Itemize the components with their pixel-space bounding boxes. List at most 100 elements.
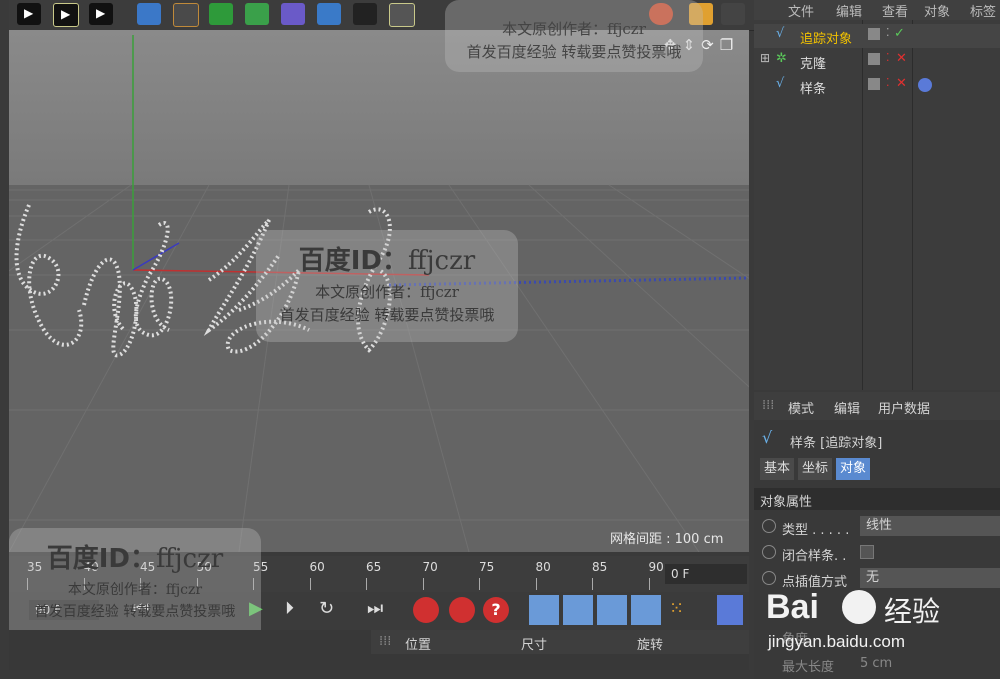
layer-icon[interactable] bbox=[868, 53, 880, 65]
cross-icon[interactable]: ✕ bbox=[896, 76, 907, 91]
radio-icon[interactable] bbox=[762, 519, 776, 533]
axis-button[interactable] bbox=[721, 3, 745, 25]
nurbs-button[interactable] bbox=[209, 3, 233, 25]
object-label: 克隆 bbox=[800, 57, 827, 72]
play-icon: ▶ bbox=[61, 7, 71, 21]
attribute-manager: ⁞⁞⁞ 模式 编辑 用户数据 √ 样条 [追踪对象] 基本 坐标 对象 对象属性… bbox=[754, 392, 1000, 679]
layer-icon[interactable] bbox=[868, 28, 880, 40]
object-manager: 文件 编辑 查看 对象 标签 √ 追踪对象 ⁚ ✓ ⊞ ✲ 克隆 ⁚ ✕ √ 样… bbox=[754, 0, 1000, 390]
menu-tag[interactable]: 标签 bbox=[970, 1, 996, 20]
coordinate-manager: ⁞⁞⁞ 位置 尺寸 旋转 bbox=[9, 630, 749, 670]
render-view-button[interactable]: ▶ bbox=[17, 3, 41, 25]
visibility-dots-icon[interactable]: ⁚ bbox=[886, 26, 890, 39]
menu-edit[interactable]: 编辑 bbox=[834, 398, 860, 417]
cloner-icon: ✲ bbox=[776, 51, 787, 66]
tab-coord[interactable]: 坐标 bbox=[798, 458, 833, 480]
cube-button[interactable] bbox=[137, 3, 161, 25]
spline-button[interactable] bbox=[173, 3, 199, 27]
scale-key-button[interactable] bbox=[563, 595, 593, 625]
rotate-view-icon[interactable]: ⟳ bbox=[701, 36, 714, 54]
next-frame-icon[interactable]: ⏵ bbox=[285, 598, 294, 619]
move-key-button[interactable] bbox=[529, 595, 559, 625]
radio-icon[interactable] bbox=[762, 571, 776, 585]
end-icon[interactable]: ⏭ bbox=[367, 598, 383, 619]
object-manager-menu: 文件 编辑 查看 对象 标签 bbox=[754, 0, 1000, 20]
menu-user-data[interactable]: 用户数据 bbox=[878, 398, 930, 417]
object-row-cloner[interactable]: ⊞ ✲ 克隆 ⁚ ✕ bbox=[754, 49, 1000, 73]
watermark-line2: 首发百度经验 转载要点赞投票哦 bbox=[279, 306, 495, 324]
visibility-dots-icon[interactable]: ⁚ bbox=[886, 76, 890, 89]
watermark-baidu-id: 百度ID： bbox=[46, 544, 157, 574]
timeline-tick-mark bbox=[309, 578, 311, 590]
watermark-author-id: ffjczr bbox=[156, 544, 224, 574]
watermark-bottom: 百度ID：ffjczr 本文原创作者：ffjczr 首发百度经验 转载要点赞投票… bbox=[9, 528, 261, 646]
field-closed: 闭合样条. . bbox=[754, 542, 1000, 566]
menu-file[interactable]: 文件 bbox=[788, 1, 814, 20]
interpolation-dropdown[interactable]: 无 bbox=[860, 568, 1000, 588]
timeline-tick-label: 60 bbox=[309, 560, 325, 574]
tag-icon[interactable] bbox=[918, 78, 932, 92]
help-icon[interactable]: ? bbox=[483, 597, 509, 623]
tab-basic[interactable]: 基本 bbox=[760, 458, 795, 480]
light-button[interactable] bbox=[389, 3, 415, 27]
coord-header: ⁞⁞⁞ 位置 尺寸 旋转 bbox=[371, 630, 749, 654]
check-icon[interactable]: ✓ bbox=[894, 26, 905, 41]
points-key-icon[interactable]: ⁙ bbox=[669, 598, 684, 619]
timeline-tick-label: 90 bbox=[648, 560, 664, 574]
end-frame-field[interactable]: 0 F bbox=[665, 564, 747, 584]
layer-icon[interactable] bbox=[868, 78, 880, 90]
visibility-dots-icon[interactable]: ⁚ bbox=[886, 51, 890, 64]
array-button[interactable] bbox=[245, 3, 269, 25]
menu-object[interactable]: 对象 bbox=[924, 1, 950, 20]
grip-icon: ⁞⁞⁞ bbox=[379, 634, 392, 649]
field-label: 闭合样条. . bbox=[782, 549, 847, 564]
menu-mode[interactable]: 模式 bbox=[788, 398, 814, 417]
object-row-spline[interactable]: √ 样条 ⁚ ✕ bbox=[754, 74, 1000, 98]
section-title: 对象属性 bbox=[760, 495, 813, 510]
timeline-window-button[interactable] bbox=[717, 595, 743, 625]
watermark-top-line2: 首发百度经验 转载要点赞投票哦 bbox=[466, 43, 682, 61]
menu-edit[interactable]: 编辑 bbox=[836, 1, 862, 20]
menu-view[interactable]: 查看 bbox=[882, 1, 908, 20]
render-picture-button[interactable]: ▶ bbox=[53, 3, 79, 27]
spline-icon: √ bbox=[776, 26, 785, 41]
watermark-top: 本文原创作者：ffjczr 首发百度经验 转载要点赞投票哦 bbox=[445, 0, 703, 72]
closed-checkbox[interactable] bbox=[860, 545, 874, 559]
object-label: 追踪对象 bbox=[800, 32, 853, 47]
timeline-tick-label: 85 bbox=[592, 560, 608, 574]
param-key-button[interactable] bbox=[631, 595, 661, 625]
tab-object[interactable]: 对象 bbox=[836, 458, 871, 480]
maximize-view-icon[interactable]: ❐ bbox=[720, 36, 733, 54]
section-header: 对象属性 bbox=[754, 488, 1000, 510]
record-key-button[interactable] bbox=[413, 597, 439, 623]
grid-spacing-label: 网格间距 : 100 cm bbox=[610, 532, 724, 547]
radio-icon[interactable] bbox=[762, 545, 776, 559]
auto-key-button[interactable] bbox=[449, 597, 475, 623]
scene-button[interactable] bbox=[317, 3, 341, 25]
spline-icon: √ bbox=[776, 76, 785, 91]
watermark-top-line1: 本文原创作者：ffjczr bbox=[502, 20, 646, 38]
attribute-menu: ⁞⁞⁞ 模式 编辑 用户数据 bbox=[754, 392, 1000, 420]
play-icon: ▶ bbox=[24, 6, 34, 20]
timeline-tick-mark bbox=[592, 578, 593, 590]
rotate-key-button[interactable] bbox=[597, 595, 627, 625]
baidu-logo-watermark: Bai 经验 jingyan.baidu.com bbox=[766, 588, 996, 662]
object-row-tracer[interactable]: √ 追踪对象 ⁚ ✓ bbox=[754, 24, 1000, 48]
logo-url: jingyan.baidu.com bbox=[768, 632, 906, 651]
type-dropdown[interactable]: 线性 bbox=[860, 516, 1000, 536]
play-icon: ▶ bbox=[96, 6, 106, 20]
deformer-button[interactable] bbox=[281, 3, 305, 25]
camera-button[interactable] bbox=[353, 3, 377, 25]
cross-icon[interactable]: ✕ bbox=[896, 51, 907, 66]
attribute-tabs: 基本 坐标 对象 bbox=[760, 458, 876, 480]
coord-size: 尺寸 bbox=[521, 638, 548, 653]
field-label: 类型 . . . . . bbox=[782, 523, 850, 538]
coord-position: 位置 bbox=[405, 638, 432, 653]
render-settings-button[interactable]: ▶ bbox=[89, 3, 113, 25]
watermark-baidu-id: 百度ID： bbox=[298, 246, 409, 276]
expand-icon[interactable]: ⊞ bbox=[760, 51, 770, 65]
loop-icon[interactable]: ↻ bbox=[319, 598, 334, 619]
watermark-center: 百度ID：ffjczr 本文原创作者：ffjczr 首发百度经验 转载要点赞投票… bbox=[256, 230, 518, 342]
watermark-line1: 本文原创作者：ffjczr bbox=[315, 283, 459, 301]
timeline-tick-mark bbox=[535, 578, 537, 590]
